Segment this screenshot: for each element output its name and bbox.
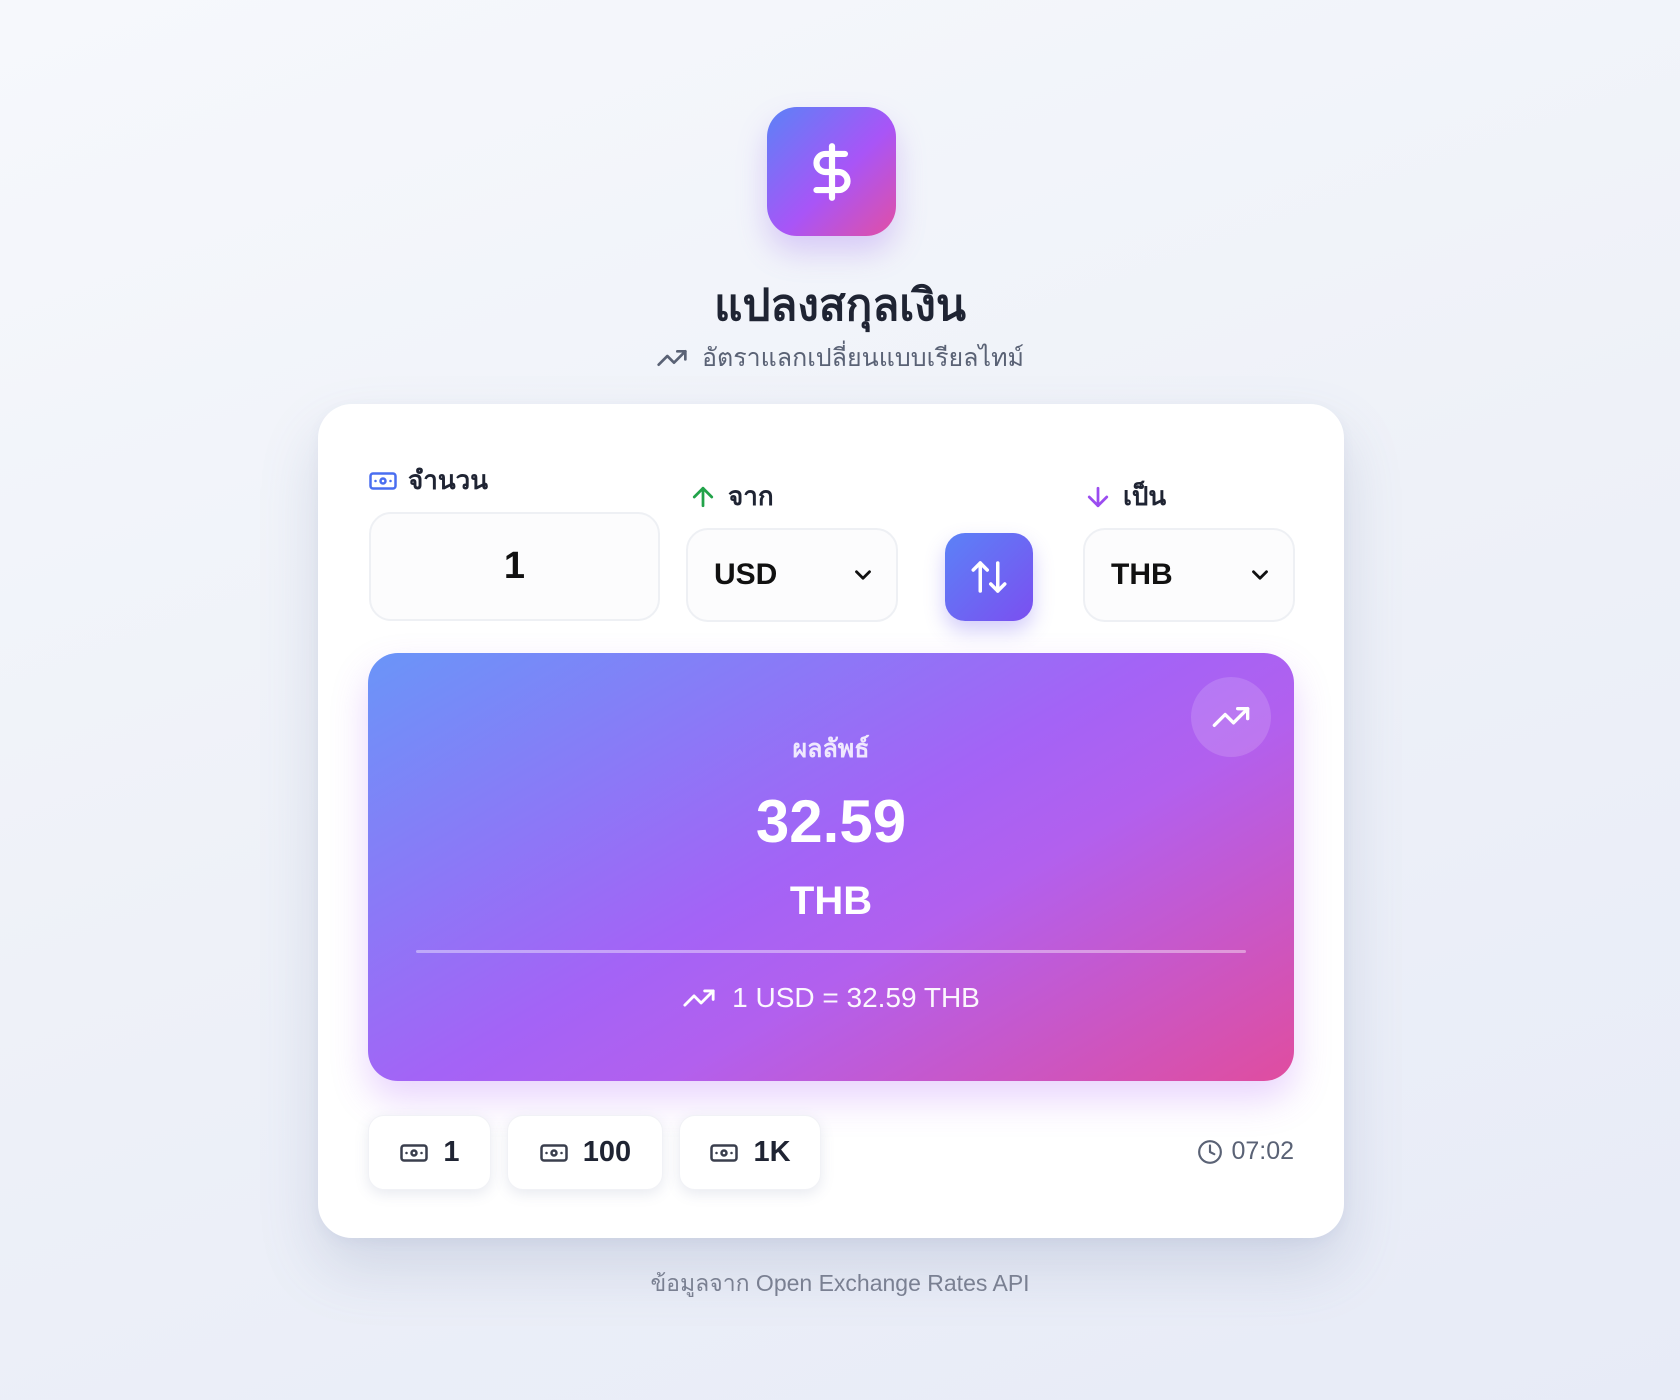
result-label: ผลลัพธ์ bbox=[792, 735, 870, 763]
arrow-down-icon bbox=[1087, 486, 1109, 507]
result-divider bbox=[416, 950, 1246, 953]
page-subtitle: อัตราแลกเปลี่ยนแบบเรียลไทม์ bbox=[0, 338, 1680, 378]
banknote-icon bbox=[710, 1143, 739, 1162]
subtitle-text: อัตราแลกเปลี่ยนแบบเรียลไทม์ bbox=[701, 344, 1025, 372]
trending-up-icon bbox=[657, 350, 687, 366]
app-logo bbox=[767, 107, 896, 236]
trending-up-icon bbox=[683, 989, 715, 1007]
to-label: เป็น bbox=[1083, 476, 1166, 517]
chevron-down-icon bbox=[1252, 570, 1268, 580]
banknote-icon bbox=[540, 1143, 568, 1162]
from-label: จาก bbox=[688, 476, 774, 517]
result-currency: THB bbox=[789, 879, 873, 923]
amount-input[interactable]: 1 bbox=[369, 512, 660, 621]
result-value: 32.59 bbox=[755, 788, 907, 855]
exchange-rate-text: 1 USD = 32.59 THB bbox=[732, 982, 980, 1013]
amount-label: จำนวน bbox=[368, 460, 488, 501]
to-currency-value: THB bbox=[1111, 558, 1173, 591]
last-updated-time: 07:02 bbox=[1231, 1137, 1294, 1165]
quick-amount-1-button[interactable]: 1 bbox=[368, 1115, 491, 1190]
quick-amount-100-button[interactable]: 100 bbox=[507, 1115, 663, 1190]
quick-amount-1k-button[interactable]: 1K bbox=[679, 1115, 821, 1190]
arrow-up-icon bbox=[692, 486, 714, 507]
chevron-down-icon bbox=[855, 570, 871, 580]
banknote-icon bbox=[369, 471, 397, 490]
to-currency-select[interactable]: THB bbox=[1083, 528, 1295, 622]
result-panel: ผลลัพธ์ 32.59 THB 1 USD = 32.59 THB bbox=[368, 653, 1294, 1081]
footer-credit: ข้อมูลจาก Open Exchange Rates API bbox=[650, 1270, 1030, 1296]
banknote-icon bbox=[400, 1143, 429, 1162]
last-updated: 07:02 bbox=[1197, 1137, 1294, 1166]
dollar-icon bbox=[812, 142, 851, 201]
converter-card: จำนวน 1 จาก USD เป็น THB ผลลัพธ์ 32.59 T… bbox=[318, 404, 1344, 1238]
page-title: แปลงสกุลเงิน bbox=[714, 281, 966, 330]
page: แปลงสกุลเงิน อัตราแลกเปลี่ยนแบบเรียลไทม์… bbox=[0, 0, 1680, 1400]
clock-icon bbox=[1198, 1139, 1223, 1164]
exchange-rate: 1 USD = 32.59 THB bbox=[368, 981, 1294, 1015]
from-currency-select[interactable]: USD bbox=[686, 528, 898, 622]
swap-currencies-button[interactable] bbox=[945, 533, 1033, 621]
from-currency-value: USD bbox=[714, 558, 778, 591]
swap-vertical-icon bbox=[971, 561, 1007, 593]
